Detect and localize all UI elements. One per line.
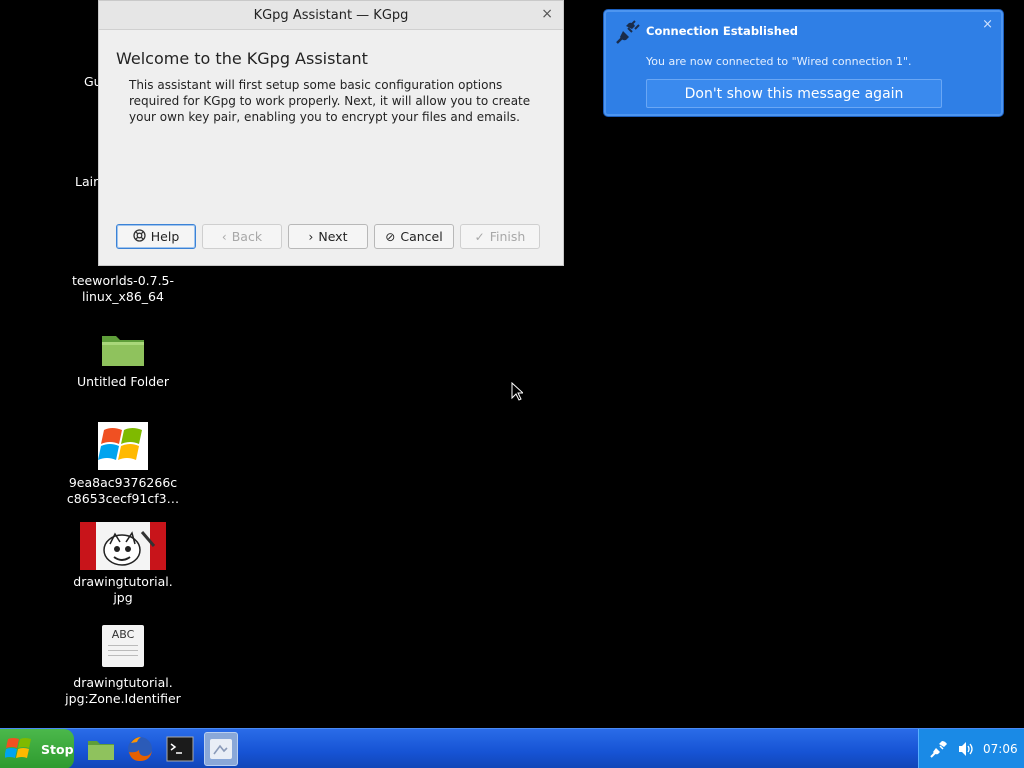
app-window-icon: [210, 739, 232, 759]
start-button[interactable]: Stop: [0, 729, 74, 768]
desktop-icon-label: jpg: [113, 590, 133, 605]
desktop-icon-untitled-folder[interactable]: Untitled Folder: [64, 330, 182, 390]
checkmark-icon: ✓: [474, 229, 485, 244]
desktop-icon-label: linux_x86_64: [82, 289, 164, 304]
mouse-cursor-icon: [511, 382, 523, 401]
system-tray: 07:06: [918, 729, 1024, 768]
text-file-icon: ABC: [102, 625, 144, 667]
back-button-label: Back: [231, 229, 263, 244]
notification-title: Connection Established: [646, 24, 798, 38]
desktop-icon-label: jpg:Zone.Identifier: [65, 691, 181, 706]
dialog-heading: Welcome to the KGpg Assistant: [116, 49, 368, 68]
help-button-label: Help: [150, 229, 180, 244]
clock[interactable]: 07:06: [983, 742, 1018, 756]
cancel-button-label: Cancel: [400, 229, 443, 244]
dialog-title: KGpg Assistant — KGpg: [253, 8, 409, 23]
volume-icon[interactable]: [957, 740, 975, 758]
taskbar: Stop 07:06: [0, 728, 1024, 768]
file-manager-icon[interactable]: [86, 734, 116, 764]
connection-notification: Connection Established × You are now con…: [604, 10, 1003, 116]
next-button[interactable]: › Next: [288, 224, 368, 249]
windows-logo-icon: [98, 422, 148, 470]
desktop-icon-teeworlds[interactable]: teeworlds-0.7.5- linux_x86_64: [64, 273, 182, 305]
finish-button[interactable]: ✓ Finish: [460, 224, 540, 249]
desktop-icon-label: c8653cecf91cf3…: [66, 491, 180, 506]
cancel-circle-icon: ⊘: [385, 229, 396, 244]
desktop-icon-label: Untitled Folder: [76, 374, 170, 389]
network-connection-icon: [616, 20, 640, 44]
dialog-titlebar[interactable]: KGpg Assistant — KGpg ×: [99, 1, 563, 30]
windows-logo-icon: [5, 738, 31, 758]
lifebuoy-icon: [133, 228, 146, 245]
desktop-icon-drawingtutorial-jpg[interactable]: drawingtutorial. jpg: [64, 522, 182, 606]
desktop-icon-label: drawingtutorial.: [73, 675, 173, 690]
next-button-label: Next: [318, 229, 348, 244]
notification-close-icon[interactable]: ×: [982, 17, 993, 32]
folder-icon: [102, 336, 144, 366]
desktop-icon-windows-file[interactable]: 9ea8ac9376266c c8653cecf91cf3…: [64, 422, 182, 507]
chevron-right-icon: ›: [308, 229, 314, 244]
firefox-icon[interactable]: [125, 734, 155, 764]
image-thumbnail-icon: [80, 522, 166, 570]
finish-button-label: Finish: [489, 229, 526, 244]
start-button-label: Stop: [41, 741, 74, 757]
chevron-left-icon: ‹: [221, 229, 227, 244]
dialog-close-icon[interactable]: ×: [541, 6, 553, 22]
dialog-body-text: This assistant will first setup some bas…: [129, 78, 531, 124]
kgpg-assistant-dialog: KGpg Assistant — KGpg × Welcome to the K…: [98, 0, 564, 266]
network-icon[interactable]: [929, 739, 949, 759]
notification-message: You are now connected to "Wired connecti…: [646, 55, 912, 68]
taskbar-item-kgpg[interactable]: [204, 732, 238, 766]
text-file-thumb-text: ABC: [111, 628, 135, 641]
dont-show-again-button[interactable]: Don't show this message again: [646, 79, 942, 108]
desktop-icon-label: teeworlds-0.7.5-: [71, 273, 175, 288]
desktop-partial-label: Lair: [75, 174, 99, 189]
desktop-icon-zone-identifier[interactable]: ABC drawingtutorial. jpg:Zone.Identifier: [64, 625, 182, 707]
cancel-button[interactable]: ⊘ Cancel: [374, 224, 454, 249]
desktop-icon-label: drawingtutorial.: [73, 574, 173, 589]
help-button[interactable]: Help: [116, 224, 196, 249]
desktop-icon-label: 9ea8ac9376266c: [68, 475, 178, 490]
back-button[interactable]: ‹ Back: [202, 224, 282, 249]
terminal-icon[interactable]: [165, 734, 195, 764]
